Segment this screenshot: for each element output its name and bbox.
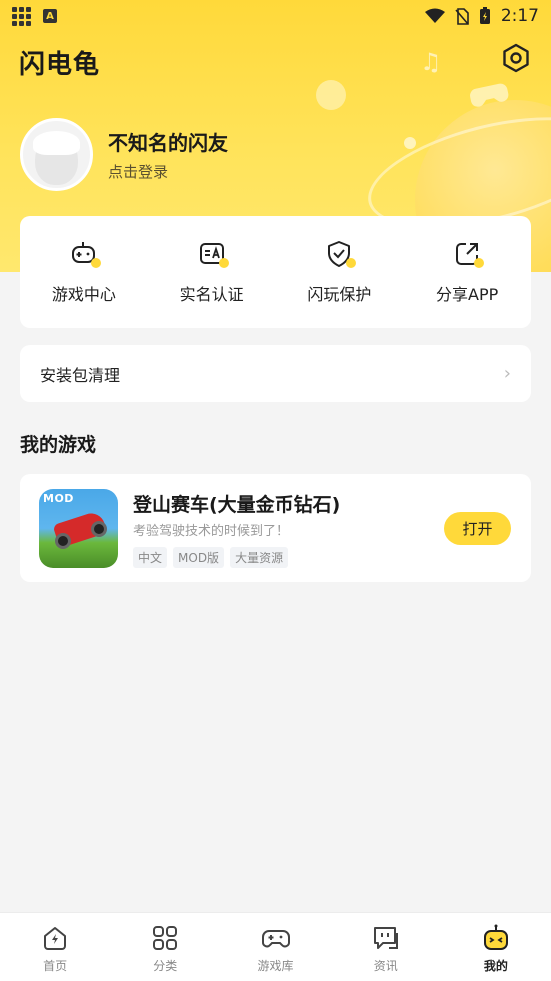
- bubble-decoration: [404, 137, 416, 149]
- quick-action-label: 实名认证: [179, 285, 244, 304]
- nav-label: 首页: [43, 959, 68, 973]
- install-package-cleanup-row[interactable]: 安装包清理 ›: [20, 345, 531, 402]
- quick-action-play-protection[interactable]: 闪玩保护: [284, 239, 394, 305]
- wifi-icon: [424, 8, 445, 23]
- sim-off-icon: [455, 7, 469, 25]
- shield-check-icon: [324, 239, 357, 269]
- robot-profile-icon: [483, 924, 508, 950]
- app-logo: 闪电龟: [19, 50, 101, 80]
- quick-action-real-name[interactable]: 实名认证: [157, 239, 267, 305]
- username[interactable]: 不知名的闪友: [108, 127, 228, 156]
- settings-button[interactable]: [500, 42, 532, 74]
- login-link[interactable]: 点击登录: [108, 161, 168, 182]
- notification-a-icon: A: [43, 9, 57, 23]
- my-games-title: 我的游戏: [20, 434, 97, 456]
- nav-item-mine[interactable]: 我的: [441, 913, 551, 981]
- game-card[interactable]: MOD 登山赛车(大量金币钻石) 考验驾驶技术的时候到了！ 中文 MOD版 大量…: [20, 474, 531, 582]
- nav-label: 分类: [153, 959, 178, 973]
- status-time: 2:17: [500, 6, 539, 26]
- gamepad-icon: [69, 239, 101, 269]
- game-tag: 中文: [133, 547, 168, 568]
- nav-label: 资讯: [373, 959, 398, 973]
- quick-actions-card: 游戏中心 实名认证 闪玩保护 分享APP: [20, 216, 531, 328]
- game-icon[interactable]: MOD: [39, 489, 118, 568]
- game-description: 考验驾驶技术的时候到了！: [133, 524, 290, 539]
- battery-charging-icon: [479, 7, 490, 24]
- home-bolt-icon: [44, 927, 67, 950]
- game-tag: MOD版: [173, 547, 225, 568]
- id-card-icon: [197, 239, 229, 269]
- settings-hexagon-icon: [503, 43, 529, 73]
- nav-label: 游戏库: [257, 959, 294, 973]
- bottom-nav: 首页 分类 游戏库 资讯 我的: [0, 912, 551, 981]
- chevron-right-icon: ›: [503, 363, 511, 384]
- gamepad-icon: [261, 930, 290, 948]
- game-title[interactable]: 登山赛车(大量金币钻石): [133, 490, 340, 517]
- bubble-decoration: [316, 80, 346, 110]
- quick-action-label: 游戏中心: [51, 285, 116, 304]
- quick-action-label: 分享APP: [436, 285, 499, 304]
- nav-item-news[interactable]: 资讯: [331, 913, 441, 981]
- mod-tag: MOD: [43, 492, 74, 505]
- quick-action-game-center[interactable]: 游戏中心: [29, 239, 139, 305]
- cleanup-label: 安装包清理: [40, 365, 121, 385]
- nav-label: 我的: [483, 959, 508, 973]
- news-chat-icon: [373, 927, 398, 949]
- game-tag: 大量资源: [230, 547, 289, 568]
- music-note-icon: ♫: [420, 48, 442, 76]
- category-grid-icon: [153, 926, 178, 950]
- gamepad-decoration-icon: [466, 76, 513, 121]
- nav-item-game-library[interactable]: 游戏库: [220, 913, 330, 981]
- status-bar: A 2:17: [0, 0, 551, 32]
- open-game-button[interactable]: 打开: [444, 512, 511, 545]
- apps-grid-icon: [12, 6, 31, 26]
- avatar[interactable]: [20, 118, 93, 191]
- quick-action-label: 闪玩保护: [307, 285, 372, 304]
- nav-item-category[interactable]: 分类: [110, 913, 220, 981]
- quick-action-share-app[interactable]: 分享APP: [412, 239, 522, 305]
- game-tags: 中文 MOD版 大量资源: [133, 547, 289, 568]
- nav-item-home[interactable]: 首页: [0, 913, 110, 981]
- share-icon: [452, 239, 485, 269]
